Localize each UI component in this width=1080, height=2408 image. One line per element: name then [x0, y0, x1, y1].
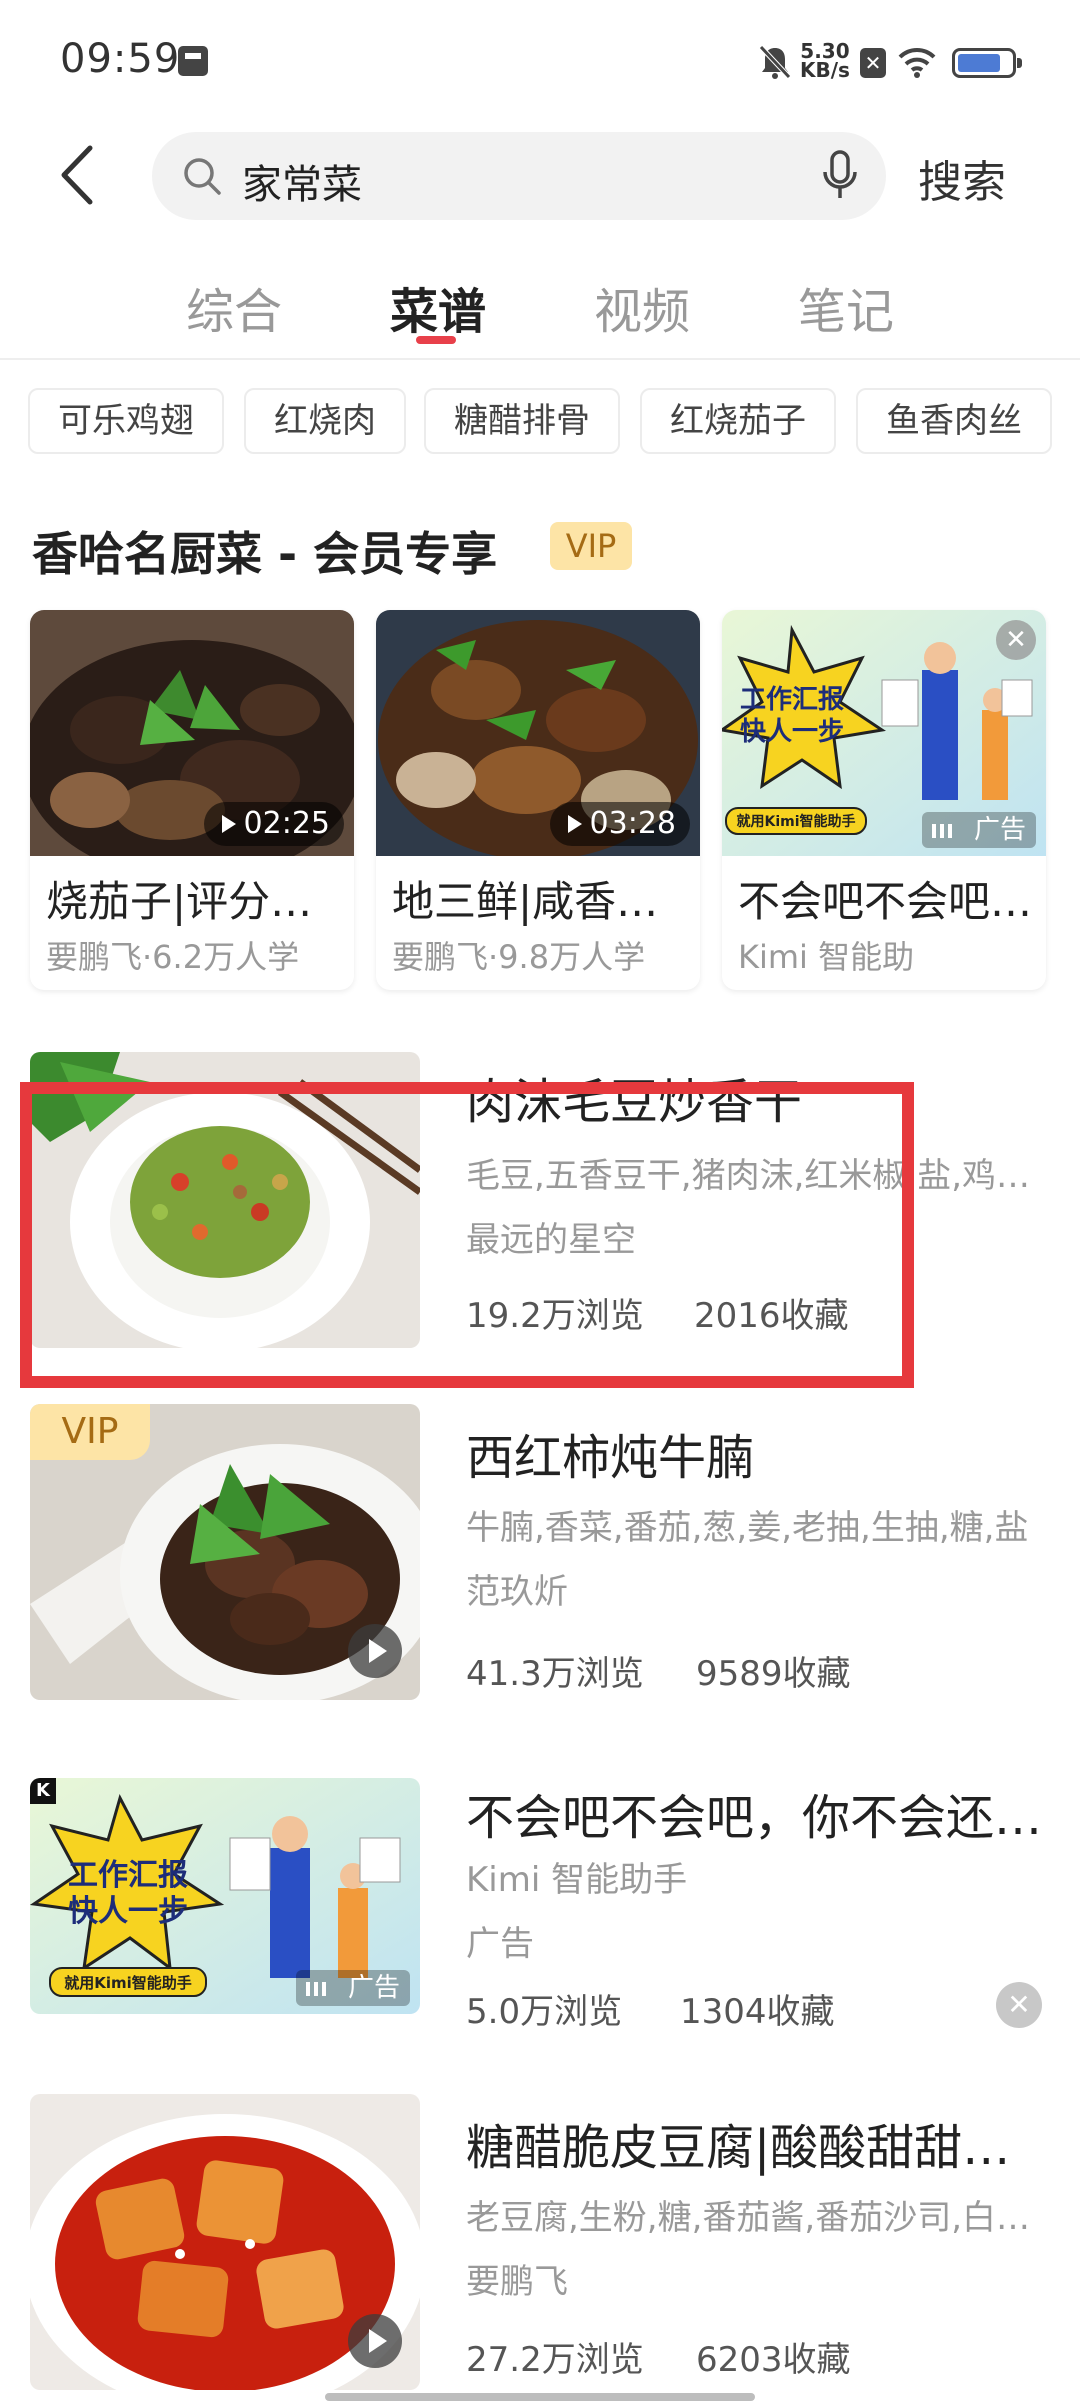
tab-bar: 综合 菜谱 视频 笔记 — [0, 260, 1080, 360]
card-subtitle: 要鹏飞·9.8万人学 — [392, 938, 646, 976]
recipe-title: 西红柿炖牛腩 — [466, 1430, 755, 1486]
mute-bell-icon — [759, 45, 791, 79]
recipe-favorites: 9589收藏 — [696, 1654, 851, 1694]
search-button[interactable]: 搜索 — [918, 146, 1006, 210]
network-speed-unit: KB/s — [800, 58, 850, 82]
ad-views: 5.0万浏览 — [466, 1992, 623, 2032]
recipe-thumbnail: 02:25 — [30, 610, 354, 856]
close-ad-icon[interactable]: ✕ — [996, 620, 1036, 660]
chip-braised-pork[interactable]: 红烧肉 — [244, 388, 406, 454]
play-video-icon[interactable] — [348, 2314, 402, 2368]
close-ad-icon[interactable]: ✕ — [996, 1982, 1042, 2028]
tab-notes[interactable]: 笔记 — [798, 272, 894, 342]
section-title: 香哈名厨菜 - 会员专享 — [32, 527, 498, 581]
highlight-box — [20, 1082, 914, 1388]
chip-cola-chicken-wings[interactable]: 可乐鸡翅 — [28, 388, 224, 454]
app-notification-icon: ✕ — [860, 48, 886, 78]
recipe-favorites: 6203收藏 — [696, 2340, 851, 2380]
chip-sweet-sour-ribs[interactable]: 糖醋排骨 — [424, 388, 620, 454]
kimi-logo: K — [36, 1780, 50, 1801]
ad-tag-text: 广告 — [466, 1924, 534, 1964]
ad-thumbnail: 工作汇报 快人一步 就用Kimi智能助手 ✕ 广告 — [722, 610, 1046, 856]
battery-icon — [952, 48, 1022, 78]
recipe-author: 要鹏飞 — [466, 2262, 568, 2302]
recipe-author: 范玖炘 — [466, 1572, 568, 1612]
card-title: 烧茄子|评分最高的做法 — [46, 877, 346, 926]
recipe-title: 糖醋脆皮豆腐|酸酸甜甜超下饭 — [466, 2120, 1056, 2176]
play-video-icon[interactable] — [348, 1624, 402, 1678]
recipe-card[interactable]: 02:25 烧茄子|评分最高的做法 要鹏飞·6.2万人学 — [30, 610, 354, 990]
chip-braised-eggplant[interactable]: 红烧茄子 — [640, 388, 836, 454]
video-duration: 03:28 — [549, 802, 690, 846]
recipe-views: 27.2万浏览 — [466, 2340, 644, 2380]
ad-label: 广告 — [921, 812, 1036, 848]
ad-art-text: 工作汇报 快人一步 — [68, 1858, 188, 1929]
recipe-thumbnail: 03:28 — [376, 610, 700, 856]
search-input[interactable]: 家常菜 — [152, 132, 886, 220]
vip-tag: VIP — [30, 1404, 150, 1460]
card-title: 地三鲜|咸香下饭 — [392, 877, 692, 926]
microphone-icon[interactable] — [820, 148, 860, 204]
recipe-ingredients: 老豆腐,生粉,糖,番茄酱,番茄沙司,白醋,盐 — [466, 2198, 1056, 2238]
ad-card[interactable]: 工作汇报快人一步 就用Kimi智能助手 ✕ 广告 不会吧不会吧，你不会… Kim… — [722, 610, 1046, 990]
recipe-thumbnail: VIP — [30, 1404, 420, 1700]
card-subtitle: 要鹏飞·6.2万人学 — [46, 938, 300, 976]
search-icon — [184, 158, 221, 195]
ad-favorites: 1304收藏 — [680, 1992, 835, 2032]
card-subtitle: Kimi 智能助 — [738, 938, 915, 976]
back-arrow-icon[interactable] — [50, 140, 110, 210]
ad-art-caption: 就用Kimi智能助手 — [736, 814, 856, 830]
card-title: 不会吧不会吧，你不会… — [738, 877, 1038, 926]
chip-yuxiang-pork[interactable]: 鱼香肉丝 — [856, 388, 1052, 454]
search-query: 家常菜 — [242, 162, 362, 208]
ad-label: 广告 — [295, 1970, 410, 2006]
tab-comprehensive[interactable]: 综合 — [186, 272, 282, 342]
ad-advertiser: Kimi 智能助手 — [466, 1860, 688, 1900]
active-tab-indicator — [416, 336, 456, 344]
recipe-views: 41.3万浏览 — [466, 1654, 644, 1694]
ad-art-text: 工作汇报 快人一步 — [739, 685, 844, 747]
recipe-list-item[interactable]: 糖醋脆皮豆腐|酸酸甜甜超下饭 老豆腐,生粉,糖,番茄酱,番茄沙司,白醋,盐 要鹏… — [0, 2094, 1080, 2394]
network-speed: 5.30 KB/s — [800, 41, 850, 82]
ad-list-item[interactable]: K 工作汇报快人一步 就用Kimi智能助手 广告 不会吧不会吧，你不会还不知道K… — [0, 1778, 1080, 2078]
ad-thumbnail: K 工作汇报 快人一步 就用Kimi智能助手 广告 — [30, 1778, 420, 2014]
vip-badge: VIP — [550, 522, 632, 570]
notification-icon — [178, 46, 208, 76]
ad-title: 不会吧不会吧，你不会还不知道Kimi吧 — [466, 1790, 1056, 1846]
video-duration: 02:25 — [203, 802, 344, 846]
home-indicator[interactable] — [325, 2393, 755, 2401]
recipe-ingredients: 牛腩,香菜,番茄,葱,姜,老抽,生抽,糖,盐 — [466, 1508, 1029, 1548]
tab-recipes[interactable]: 菜谱 — [390, 272, 486, 342]
recipe-card[interactable]: 03:28 地三鲜|咸香下饭 要鹏飞·9.8万人学 — [376, 610, 700, 990]
recipe-list-item[interactable]: VIP 西红柿炖牛腩 牛腩,香菜,番茄,葱,姜,老抽,生抽,糖,盐 范玖炘 41… — [0, 1404, 1080, 1704]
tab-videos[interactable]: 视频 — [594, 272, 690, 342]
wifi-icon — [898, 47, 936, 78]
ad-art-caption: 就用Kimi智能助手 — [64, 1974, 192, 1992]
recipe-thumbnail — [30, 2094, 420, 2390]
status-bar: 09:59 5.30 KB/s ✕ — [0, 0, 1080, 125]
clock: 09:59 — [60, 36, 181, 82]
